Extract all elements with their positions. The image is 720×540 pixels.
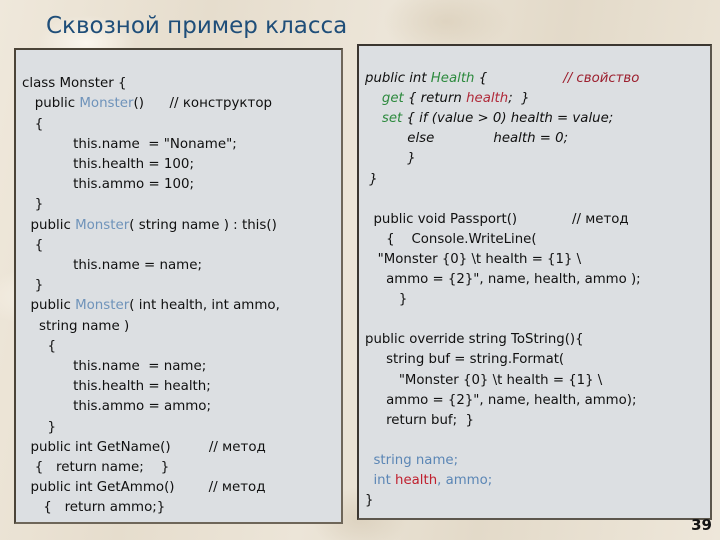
page-number: 39 bbox=[691, 516, 712, 534]
code-line: string name ) bbox=[22, 318, 130, 334]
code-line: this.name = name; bbox=[22, 359, 207, 375]
left-code-panel: class Monster { public Monster() // конс… bbox=[14, 48, 343, 524]
type-token-monster: Monster bbox=[75, 298, 130, 314]
code-line: int health, ammo; bbox=[365, 471, 705, 491]
code-line: public Monster( string name ) : this() bbox=[22, 217, 277, 233]
code-line: ammo = {2}", name, health, ammo); bbox=[365, 392, 637, 408]
code-line: { bbox=[22, 116, 44, 132]
left-code-block: class Monster { public Monster() // конс… bbox=[22, 54, 336, 522]
code-line: class Monster { bbox=[22, 76, 127, 92]
field-decl-health: health bbox=[395, 472, 438, 488]
code-line: "Monster {0} \t health = {1} \ bbox=[365, 372, 603, 388]
type-token-monster: Monster bbox=[79, 96, 134, 112]
code-line: public Monster( int health, int ammo, bbox=[22, 298, 280, 314]
code-line: "Monster {0} \t health = {1} \ bbox=[365, 251, 582, 267]
field-token-health: health bbox=[466, 91, 509, 107]
code-line: { return name; } bbox=[22, 460, 170, 476]
code-line: return buf; } bbox=[365, 412, 474, 428]
code-line: ammo = {2}", name, health, ammo ); bbox=[365, 272, 641, 288]
code-line: public Monster() // конструктор bbox=[22, 96, 273, 112]
code-line: public int GetAmmo() // метод bbox=[22, 480, 266, 496]
code-line: { return ammo;} bbox=[22, 500, 166, 516]
code-line: { bbox=[22, 338, 57, 354]
code-line: } bbox=[365, 493, 374, 509]
code-line: } bbox=[22, 419, 57, 435]
code-line: this.name = "Noname"; bbox=[22, 136, 237, 152]
type-token-health: Health bbox=[430, 71, 475, 87]
type-token-monster: Monster bbox=[75, 217, 130, 233]
code-line: else health = 0; bbox=[365, 131, 569, 147]
code-line: } bbox=[365, 151, 416, 167]
code-line: { bbox=[22, 237, 44, 253]
code-line: set { if (value > 0) health = value; bbox=[381, 111, 614, 127]
field-decl-int: int bbox=[373, 472, 396, 488]
code-line: { Console.WriteLine( bbox=[365, 231, 537, 247]
keyword-token-set: set bbox=[381, 111, 403, 127]
code-line: public void Passport() // метод bbox=[365, 211, 629, 227]
page-title: Сквозной пример класса bbox=[46, 13, 348, 39]
field-decl-name: string name; bbox=[373, 452, 459, 468]
comment-token: // свойство bbox=[563, 71, 640, 87]
code-line: } bbox=[22, 197, 44, 213]
code-line: string buf = string.Format( bbox=[365, 352, 565, 368]
code-line: } bbox=[365, 171, 378, 187]
code-line: this.health = health; bbox=[22, 379, 211, 395]
code-line: public int Health { // свойство bbox=[365, 71, 640, 87]
keyword-token-get: get bbox=[381, 91, 404, 107]
code-line: get { return health; } bbox=[381, 91, 530, 107]
code-line: this.name = name; bbox=[22, 258, 202, 274]
code-line: public override string ToString(){ bbox=[365, 332, 584, 348]
code-line: this.health = 100; bbox=[22, 157, 194, 173]
code-line: this.ammo = 100; bbox=[22, 177, 195, 193]
code-line: string name; bbox=[365, 451, 705, 471]
code-line: } bbox=[365, 292, 408, 308]
slide-canvas: Сквозной пример класса class Monster { p… bbox=[0, 0, 720, 540]
field-decl-ammo: , ammo; bbox=[437, 472, 493, 488]
right-code-block: public int Health { // свойство get { re… bbox=[365, 49, 705, 518]
code-line: this.ammo = ammo; bbox=[22, 399, 211, 415]
code-line: public int GetName() // метод bbox=[22, 439, 266, 455]
right-code-panel: public int Health { // свойство get { re… bbox=[357, 44, 712, 520]
code-line: } bbox=[22, 278, 44, 294]
